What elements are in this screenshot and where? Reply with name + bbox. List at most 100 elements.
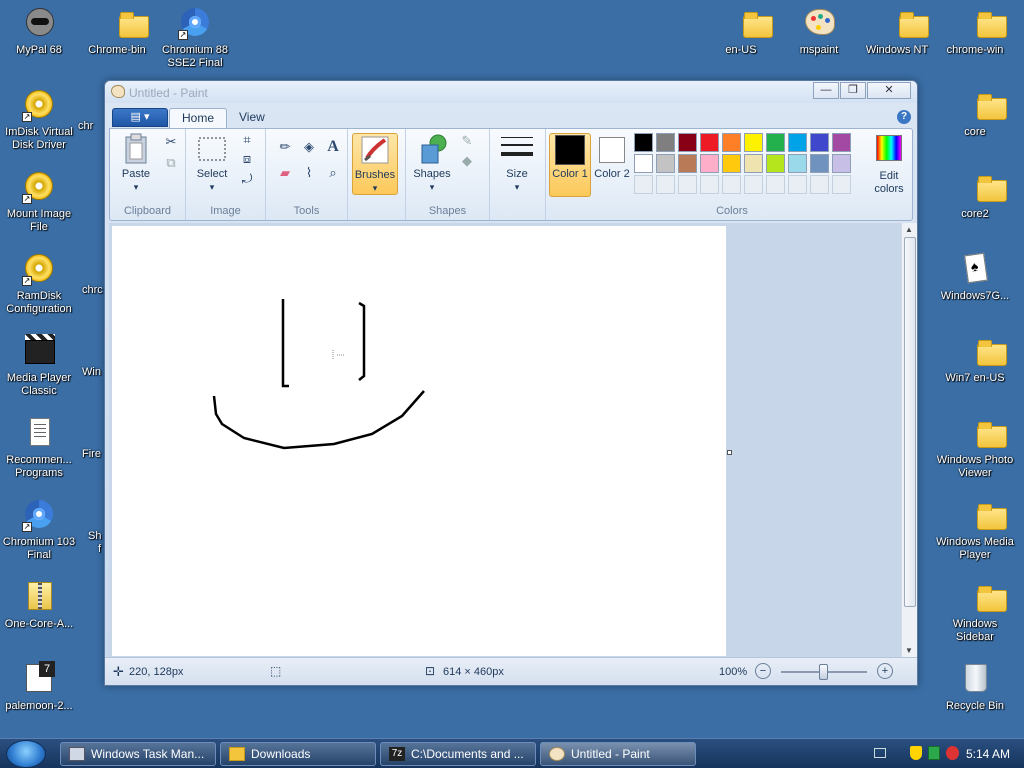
maximize-button[interactable]: ❐ [840, 82, 866, 99]
color-swatch[interactable] [700, 133, 719, 152]
drawing-canvas[interactable] [112, 226, 726, 656]
crop-icon[interactable]: ⌗ [236, 130, 258, 150]
paint-app-icon[interactable] [111, 85, 125, 98]
canvas-resize-handle[interactable] [727, 450, 732, 455]
tab-view[interactable]: View [227, 108, 277, 128]
color-swatch[interactable] [634, 133, 653, 152]
color-picker-icon[interactable]: ⌇ [298, 163, 320, 183]
desktop-icon-core[interactable]: core [936, 86, 1014, 139]
vertical-scrollbar[interactable]: ▲ ▼ [901, 223, 917, 657]
outline-icon[interactable]: ✎ [456, 131, 478, 151]
color-swatch[interactable] [634, 154, 653, 173]
taskbar-item-downloads[interactable]: Downloads [220, 742, 376, 766]
size-button[interactable]: Size ▾ [496, 133, 538, 194]
taskbar-item-paint[interactable]: Untitled - Paint [540, 742, 696, 766]
desktop-icon-win7-en-us[interactable]: Win7 en-US [936, 332, 1014, 385]
color-swatch[interactable] [744, 154, 763, 173]
color-swatch[interactable] [722, 154, 741, 173]
custom-color-slot[interactable] [788, 175, 807, 194]
desktop-icon-core2[interactable]: core2 [936, 168, 1014, 221]
color1-button[interactable]: Color 1 [549, 133, 591, 197]
shield-icon[interactable] [910, 746, 922, 760]
desktop-icon-chrome-win[interactable]: chrome-win [936, 4, 1014, 57]
color2-button[interactable]: Color 2 [592, 133, 632, 181]
start-button[interactable] [6, 740, 46, 768]
custom-color-slot[interactable] [744, 175, 763, 194]
zoom-slider-thumb[interactable] [819, 664, 828, 680]
desktop-icon-photo-viewer[interactable]: Windows Photo Viewer [936, 414, 1014, 480]
copy-icon[interactable]: ⧉ [160, 153, 182, 173]
zoom-in-icon[interactable]: + [877, 663, 893, 679]
scrollbar-thumb[interactable] [904, 237, 916, 607]
color-swatch[interactable] [700, 154, 719, 173]
desktop-icon-en-us[interactable]: en-US [702, 4, 780, 57]
fill-icon[interactable]: ◈ [298, 137, 320, 157]
clock[interactable]: 5:14 AM [966, 747, 1010, 761]
eraser-icon[interactable]: ▰ [274, 163, 296, 183]
color-swatch[interactable] [656, 133, 675, 152]
resize-icon[interactable]: ⧈ [236, 149, 258, 169]
custom-color-slot[interactable] [722, 175, 741, 194]
taskbar-item-task-manager[interactable]: Windows Task Man... [60, 742, 216, 766]
desktop-icon-mspaint[interactable]: mspaint [780, 4, 858, 57]
close-button[interactable]: ✕ [867, 82, 911, 99]
custom-color-slot[interactable] [634, 175, 653, 194]
security-icon[interactable] [946, 746, 959, 760]
color-swatch[interactable] [766, 154, 785, 173]
desktop-icon-mpc[interactable]: Media Player Classic [0, 332, 78, 398]
desktop-icon-recommended[interactable]: Recommen... Programs [0, 414, 78, 480]
magnifier-icon[interactable]: ⌕ [322, 163, 344, 183]
desktop-icon-chromium-88[interactable]: ↗ Chromium 88 SSE2 Final [156, 4, 234, 70]
desktop-icon-onecore[interactable]: One-Core-A... [0, 578, 78, 631]
desktop-icon-mount-image[interactable]: ↗ Mount Image File [0, 168, 78, 234]
custom-color-slot[interactable] [832, 175, 851, 194]
desktop-icon-windows7g[interactable]: Windows7G... [936, 250, 1014, 303]
color-swatch[interactable] [810, 154, 829, 173]
edit-colors-button[interactable]: Edit colors [866, 133, 912, 196]
custom-color-slot[interactable] [810, 175, 829, 194]
custom-color-slot[interactable] [700, 175, 719, 194]
color-swatch[interactable] [788, 133, 807, 152]
help-icon[interactable]: ? [897, 110, 911, 124]
paint-menu-button[interactable]: ▤ ▾ [112, 108, 168, 127]
shapes-button[interactable]: Shapes ▾ [410, 133, 454, 194]
color-swatch[interactable] [766, 133, 785, 152]
minimize-button[interactable]: — [813, 82, 839, 99]
scroll-up-icon[interactable]: ▲ [905, 225, 913, 234]
color-swatch[interactable] [832, 133, 851, 152]
desktop-icon-chromium-103[interactable]: ↗ Chromium 103 Final [0, 496, 78, 562]
select-button[interactable]: Select ▾ [192, 133, 232, 194]
color-swatch[interactable] [678, 133, 697, 152]
scroll-down-icon[interactable]: ▼ [905, 646, 913, 655]
color-swatch[interactable] [788, 154, 807, 173]
title-bar[interactable]: Untitled - Paint — ❐ ✕ [105, 81, 917, 103]
taskbar-item-7zip[interactable]: 7z C:\Documents and ... [380, 742, 536, 766]
text-icon[interactable]: A [322, 137, 344, 157]
color-swatch[interactable] [678, 154, 697, 173]
color-swatch[interactable] [810, 133, 829, 152]
color-swatch[interactable] [722, 133, 741, 152]
zoom-out-icon[interactable]: − [755, 663, 771, 679]
desktop-icon-media-player[interactable]: Windows Media Player [936, 496, 1014, 562]
desktop-icon-palemoon[interactable]: palemoon-2... [0, 660, 78, 713]
desktop-icon-mypal[interactable]: MyPal 68 [0, 4, 78, 57]
network-icon[interactable] [928, 746, 940, 760]
brushes-button[interactable]: Brushes ▾ [352, 133, 398, 195]
tab-home[interactable]: Home [169, 108, 228, 128]
fill-shape-icon[interactable]: ◆ [456, 151, 478, 171]
rotate-icon[interactable]: ⤾ [236, 169, 258, 189]
cut-icon[interactable]: ✂ [160, 132, 182, 152]
desktop-icon-chrome-bin[interactable]: Chrome-bin [78, 4, 156, 57]
custom-color-slot[interactable] [766, 175, 785, 194]
color-swatch[interactable] [744, 133, 763, 152]
color-swatch[interactable] [832, 154, 851, 173]
desktop-icon-ramdisk[interactable]: ↗ RamDisk Configuration [0, 250, 78, 316]
desktop-icon-recycle-bin[interactable]: Recycle Bin [936, 660, 1014, 713]
desktop-icon-sidebar[interactable]: Windows Sidebar [936, 578, 1014, 644]
custom-color-slot[interactable] [656, 175, 675, 194]
desktop-icon-imdisk[interactable]: ↗ ImDisk Virtual Disk Driver [0, 86, 78, 152]
keyboard-icon[interactable] [874, 748, 886, 758]
color-swatch[interactable] [656, 154, 675, 173]
paste-button[interactable]: Paste ▾ [116, 133, 156, 194]
custom-color-slot[interactable] [678, 175, 697, 194]
